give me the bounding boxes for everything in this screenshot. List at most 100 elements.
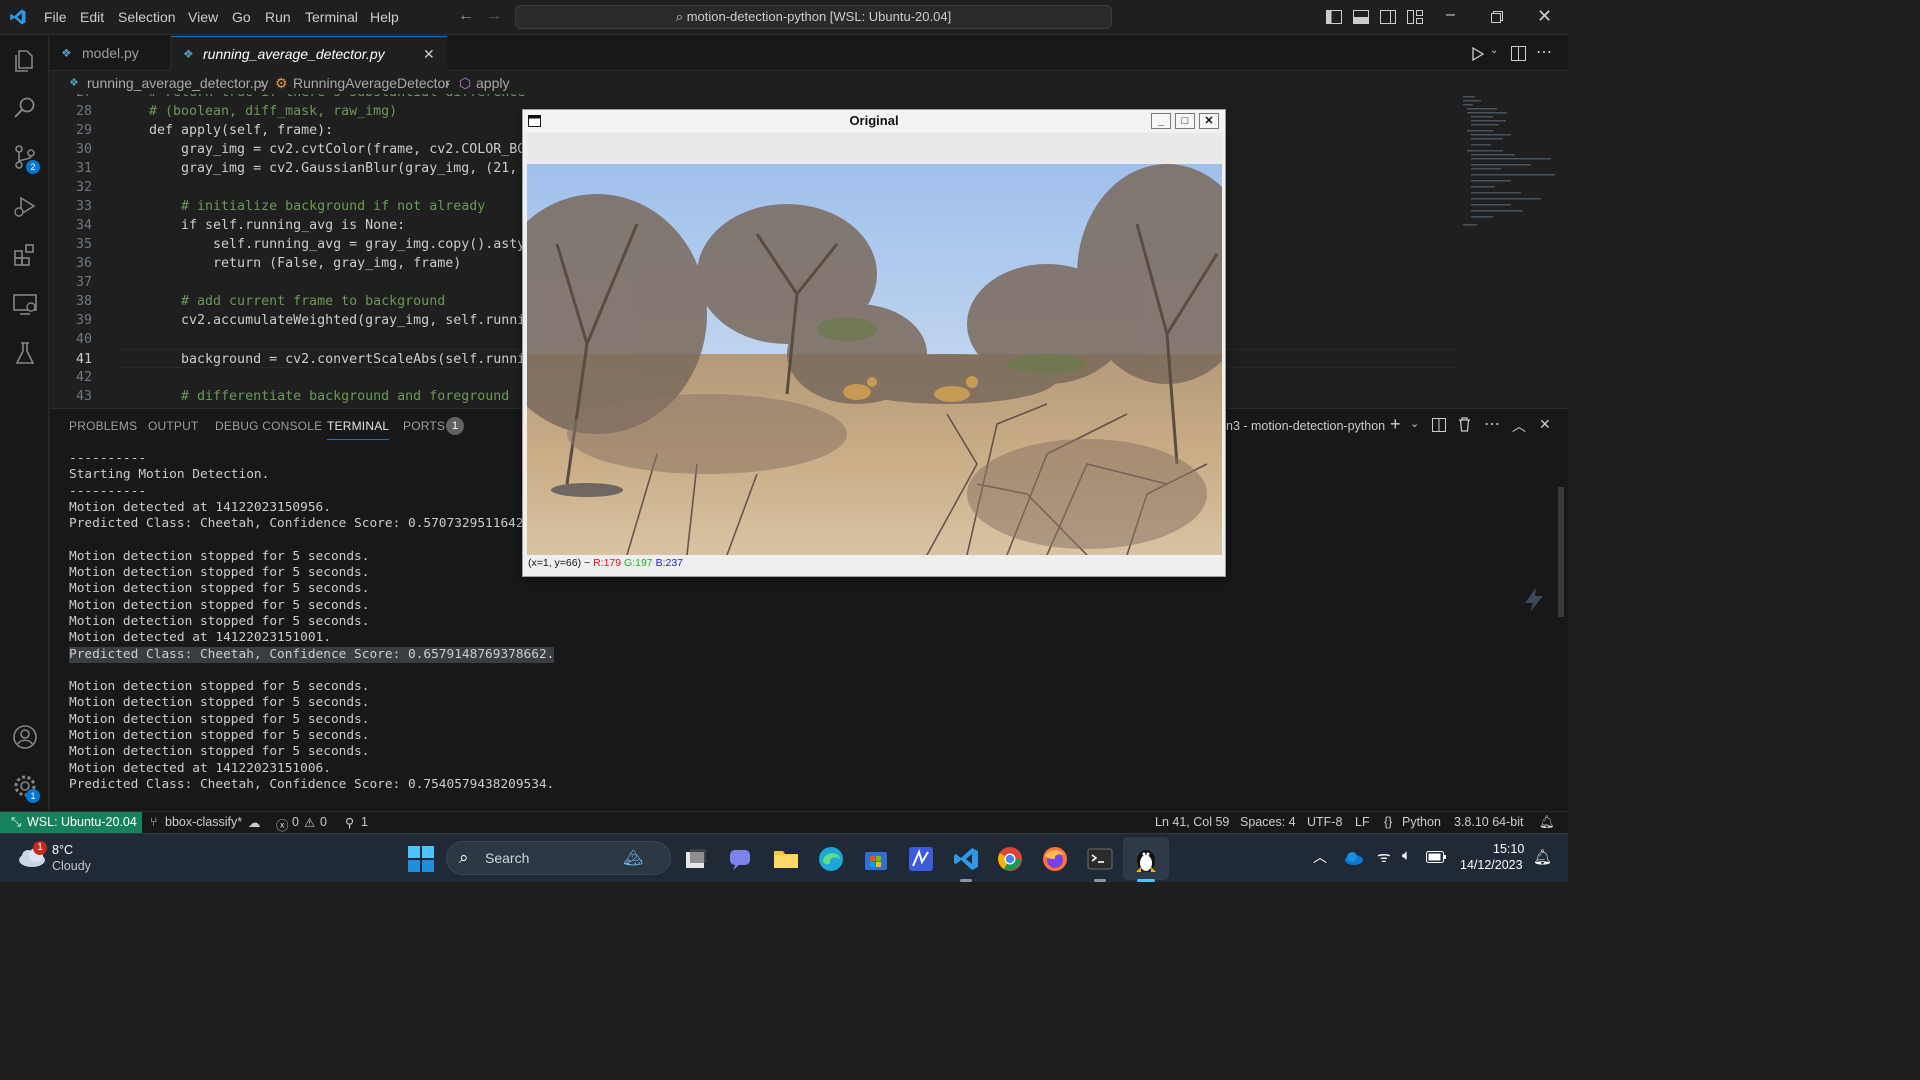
menu-help[interactable]: Help xyxy=(370,9,399,25)
encoding[interactable]: UTF-8 xyxy=(1307,815,1342,829)
breadcrumb-class[interactable]: RunningAverageDetector xyxy=(293,72,450,94)
menu-file[interactable]: File xyxy=(44,9,67,25)
language-mode[interactable]: Python xyxy=(1402,815,1441,829)
restore-window-icon[interactable] xyxy=(1491,11,1503,23)
menu-go[interactable]: Go xyxy=(232,9,251,25)
menu-edit[interactable]: Edit xyxy=(80,9,104,25)
testing-icon[interactable] xyxy=(11,339,39,367)
ports-count[interactable]: 1 xyxy=(361,815,368,829)
show-hidden-icons-chevron-icon[interactable]: ︿ xyxy=(1313,847,1327,867)
chevron-down-icon[interactable]: ⌄ xyxy=(1490,45,1498,56)
microsoft-store-icon[interactable] xyxy=(863,846,889,872)
tab-terminal[interactable]: TERMINAL xyxy=(327,419,390,440)
menu-selection[interactable]: Selection xyxy=(118,9,176,25)
close-window-icon[interactable]: ✕ xyxy=(1537,6,1552,27)
clock-time[interactable]: 15:10 xyxy=(1493,842,1524,856)
split-editor-icon[interactable] xyxy=(1511,46,1526,61)
menu-terminal[interactable]: Terminal xyxy=(305,9,358,25)
python-interpreter[interactable]: 3.8.10 64-bit xyxy=(1454,815,1524,829)
error-count[interactable]: 0 xyxy=(292,815,299,829)
clock-date[interactable]: 14/12/2023 xyxy=(1460,858,1523,872)
chevron-down-icon[interactable]: ⌄ xyxy=(1410,417,1419,430)
onedrive-cloud-icon[interactable] xyxy=(1344,851,1364,865)
toggle-secondary-sidebar-icon[interactable] xyxy=(1380,10,1396,24)
chrome-browser-icon[interactable] xyxy=(997,846,1023,872)
teams-chat-icon[interactable] xyxy=(728,847,752,871)
back-arrow-icon[interactable]: ← xyxy=(458,7,474,25)
windows-start-icon[interactable] xyxy=(408,846,434,872)
task-view-icon[interactable] xyxy=(684,847,708,871)
close-tab-icon[interactable]: ✕ xyxy=(423,37,435,72)
terminal-app-icon[interactable] xyxy=(1087,847,1113,871)
extensions-icon[interactable] xyxy=(11,241,39,269)
remote-indicator[interactable]: ⤡ WSL: Ubuntu-20.04 xyxy=(0,812,142,834)
ports-forward-icon[interactable]: ⚲ xyxy=(345,815,354,830)
vscode-logo-icon[interactable] xyxy=(9,8,27,26)
accounts-icon[interactable] xyxy=(11,723,39,751)
savanna-cheetah-photo[interactable] xyxy=(527,164,1222,555)
terminal-line: Motion detection stopped for 5 seconds. xyxy=(69,711,370,727)
breadcrumb-method[interactable]: apply xyxy=(476,72,509,94)
opencv-image-window[interactable]: Original _ □ ✕ (x=1, y=66) ~ R:179 G:197… xyxy=(522,109,1226,577)
warning-count[interactable]: 0 xyxy=(320,815,327,829)
command-center-label: motion-detection-python [WSL: Ubuntu-20.… xyxy=(686,9,952,24)
more-actions-icon[interactable]: ⋯ xyxy=(1484,414,1500,434)
error-icon[interactable]: ⓧ xyxy=(276,815,289,834)
explorer-icon[interactable] xyxy=(11,46,39,74)
menu-run[interactable]: Run xyxy=(265,9,291,25)
tab-ports[interactable]: PORTS xyxy=(403,419,445,433)
weather-temp[interactable]: 8°C xyxy=(52,843,73,857)
split-terminal-icon[interactable] xyxy=(1432,418,1446,432)
run-debug-icon[interactable] xyxy=(11,192,39,220)
branch-name[interactable]: bbox-classify* xyxy=(165,815,242,829)
notification-bell-icon[interactable]: 🔔︎ xyxy=(1533,848,1552,866)
search-icon[interactable] xyxy=(11,94,39,122)
math-app-icon[interactable] xyxy=(908,846,934,872)
terminal-instance-label[interactable]: n3 - motion-detection-python xyxy=(1226,419,1385,433)
sync-cloud-icon[interactable]: ☁ xyxy=(248,815,261,830)
taskbar-search-box[interactable]: ⌕ Search 🏔︎ xyxy=(446,841,671,875)
weather-desc[interactable]: Cloudy xyxy=(52,859,91,873)
notifications-bell-icon[interactable]: 🔔︎ xyxy=(1539,815,1555,830)
firefox-browser-icon[interactable] xyxy=(1042,846,1068,872)
toggle-primary-sidebar-icon[interactable] xyxy=(1326,10,1342,24)
battery-icon[interactable] xyxy=(1426,851,1446,863)
new-terminal-icon[interactable]: + xyxy=(1390,414,1401,435)
tab-model-py[interactable]: ❖ model.py xyxy=(50,36,171,71)
minimap[interactable] xyxy=(1461,94,1556,234)
trash-icon[interactable] xyxy=(1458,417,1471,432)
customize-layout-icon[interactable] xyxy=(1407,10,1423,24)
end-of-line[interactable]: LF xyxy=(1355,815,1370,829)
wifi-icon[interactable]: ᯤ xyxy=(1377,847,1391,867)
edge-browser-icon[interactable] xyxy=(818,846,844,872)
cv-maximize-icon[interactable]: □ xyxy=(1175,113,1195,129)
maximize-panel-icon[interactable]: ︿ xyxy=(1512,416,1526,436)
cv-window-titlebar[interactable]: Original _ □ ✕ xyxy=(523,110,1225,132)
tab-problems[interactable]: PROBLEMS xyxy=(69,419,137,433)
forward-arrow-icon[interactable]: → xyxy=(486,7,502,25)
minimize-window-icon[interactable]: – xyxy=(1446,6,1455,24)
warning-icon[interactable]: ⚠ xyxy=(304,815,315,830)
breadcrumb-file[interactable]: running_average_detector.py xyxy=(87,72,268,94)
cv-close-icon[interactable]: ✕ xyxy=(1199,113,1219,129)
linux-tux-icon[interactable] xyxy=(1133,845,1159,873)
cv-minimize-icon[interactable]: _ xyxy=(1151,113,1171,129)
toggle-panel-icon[interactable] xyxy=(1353,10,1369,24)
terminal-scrollbar[interactable] xyxy=(1558,487,1564,617)
indentation[interactable]: Spaces: 4 xyxy=(1240,815,1296,829)
file-explorer-icon[interactable] xyxy=(773,846,799,870)
tab-debug-console[interactable]: DEBUG CONSOLE xyxy=(215,419,322,433)
tab-running-average-detector[interactable]: ❖ running_average_detector.py ✕ xyxy=(171,36,447,71)
close-panel-icon[interactable]: ✕ xyxy=(1539,416,1551,433)
terminal-output[interactable]: ---------- Starting Motion Detection. --… xyxy=(69,451,555,793)
window-menu-icon[interactable] xyxy=(528,115,541,127)
volume-icon[interactable]: 🔈︎ xyxy=(1402,847,1411,864)
vscode-taskbar-icon[interactable] xyxy=(953,846,979,872)
more-actions-icon[interactable]: ⋯ xyxy=(1536,42,1552,62)
cursor-position[interactable]: Ln 41, Col 59 xyxy=(1155,815,1229,829)
tab-output[interactable]: OUTPUT xyxy=(148,419,199,433)
command-center-search[interactable]: ⌕ motion-detection-python [WSL: Ubuntu-2… xyxy=(515,5,1112,29)
menu-view[interactable]: View xyxy=(188,9,218,25)
run-python-file-icon[interactable] xyxy=(1471,47,1485,61)
remote-explorer-icon[interactable] xyxy=(11,290,39,318)
